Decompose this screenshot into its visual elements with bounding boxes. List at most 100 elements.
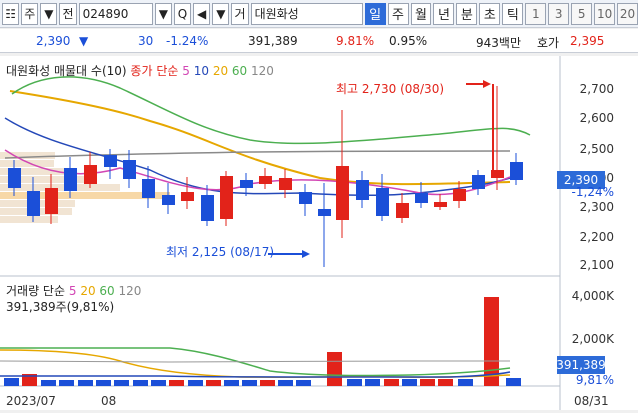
ma-legend-label: 종가 단순 [130,64,179,78]
date-start: 2023/07 [6,394,56,408]
candle-10 [201,195,214,221]
price-tick-2600: 2,600 [579,111,614,125]
code-dropdown-icon[interactable]: ▼ [154,2,172,25]
trade-value: 943백만 [476,36,521,50]
period-second[interactable]: 초 [479,2,501,25]
price-change: 30 [138,34,154,48]
volume-percent: 9.81% [336,34,375,48]
price-tick-2200: 2,200 [579,230,614,244]
volume-tick-2000k: 2,000K [571,332,614,346]
candle-7 [142,179,155,198]
menu-dropdown-icon[interactable]: ▼ [212,2,230,25]
volume-bar-2 [41,380,56,386]
interval-1[interactable]: 1 [525,2,547,25]
dropdown-icon[interactable]: ▼ [40,2,58,25]
candle-6 [123,160,136,179]
candle-9 [181,192,194,201]
candle-17 [336,166,349,220]
bid-label: 호가 [537,36,560,50]
volume-bar-4 [78,380,93,386]
volume-bar-12 [224,380,239,386]
period-yearly[interactable]: 년 [433,2,455,25]
interval-3[interactable]: 3 [548,2,570,25]
candle-23 [453,189,466,201]
search-icon[interactable]: Q [173,2,192,25]
volume-bar-10 [188,380,203,386]
candle-0 [8,168,21,188]
candle-24 [472,175,485,189]
candle-21 [415,193,428,203]
volume-bar-0 [4,378,19,386]
price-change-percent: -1.24% [166,34,209,48]
volume-bar-5 [96,380,111,386]
market-prefix: 거 [231,2,249,25]
toolbar-button-all[interactable]: 전 [59,2,77,25]
candle-20 [396,203,409,218]
volume-bar-17 [327,352,342,386]
volume-bar-19 [365,379,380,386]
volume-bar-9 [169,380,184,386]
toolbar-button-weekly[interactable]: 주 [21,2,39,25]
volume-ma20-legend: 20 [80,284,96,298]
interval-5[interactable]: 5 [571,2,593,25]
low-annotation: 최저 2,125 (08/17) [166,245,275,259]
price-legend: 대원화성 매물대 수(10) 종가 단순 5 10 20 60 120 [6,62,274,79]
volume-bar-24 [458,379,473,386]
date-end: 08/31 [574,394,609,408]
candle-11 [220,176,233,219]
main-legend: 대원화성 매물대 수(10) [6,64,127,78]
current-price: 2,390 [36,34,71,48]
volume-box: 391,389 [556,356,606,374]
candle-26 [510,162,523,180]
candle-2 [45,188,58,214]
volume-legend: 거래량 단순 5 20 60 120 [6,282,141,299]
period-tick[interactable]: 틱 [502,2,524,25]
price-chart-svg [0,56,638,410]
volume-percent-axis: 9,81% [575,373,614,387]
volume-bar-14 [260,380,275,386]
volume-ma5-legend: 5 [68,284,77,298]
ma120-legend: 120 [251,64,274,78]
grid-icon[interactable]: ☷ [2,2,20,25]
stock-name-field[interactable]: 대원화성 [250,2,363,25]
candle-14 [279,178,292,190]
ma10-legend: 10 [193,64,209,78]
period-monthly[interactable]: 월 [410,2,432,25]
volume-profile-bar-8 [0,216,58,223]
volume-ma60-legend: 60 [99,284,115,298]
current-price-change: -1,24% [571,185,614,199]
volume-tick-4000k: 4,000K [571,289,614,303]
volume-bar-21 [402,379,417,386]
date-08: 08 [101,394,117,408]
speaker-icon[interactable]: ◀ [193,2,211,25]
ma5-legend: 5 [182,64,190,78]
volume-bar-18 [347,379,362,386]
stock-chart[interactable]: 대원화성 매물대 수(10) 종가 단순 5 10 20 60 120 거래량 … [0,56,638,410]
volume-value: 391,389 [248,34,298,48]
candle-18 [356,180,369,200]
candle-13 [259,176,272,184]
candle-5 [104,155,117,167]
bid-price: 2,395 [570,34,605,48]
interval-10[interactable]: 10 [594,2,616,25]
stock-code-input[interactable]: 024890 [78,2,153,25]
volume-bar-20 [384,379,399,386]
price-tick-2100: 2,100 [579,258,614,272]
volume-bar-3 [59,380,74,386]
volume-profile-bar-1 [0,160,54,167]
quote-bar: 2,390 ▼ 30 -1.24% 391,389 9.81% 0.95% 94… [0,29,638,53]
period-daily[interactable]: 일 [364,2,386,25]
change-arrow: ▼ [79,34,89,48]
candle-3 [64,168,77,191]
period-weekly[interactable]: 주 [387,2,409,25]
interval-20[interactable]: 20 [617,2,638,25]
high-annotation: 최고 2,730 (08/30) [336,82,445,96]
volume-bar-15 [278,380,293,386]
candle-16 [318,209,331,216]
period-minute[interactable]: 분 [456,2,478,25]
volume-bar-6 [114,380,129,386]
ma20-legend: 20 [212,64,229,78]
volume-bar-25 [484,297,499,386]
price-tick-2300: 2,300 [579,200,614,214]
candle-15 [299,192,312,204]
